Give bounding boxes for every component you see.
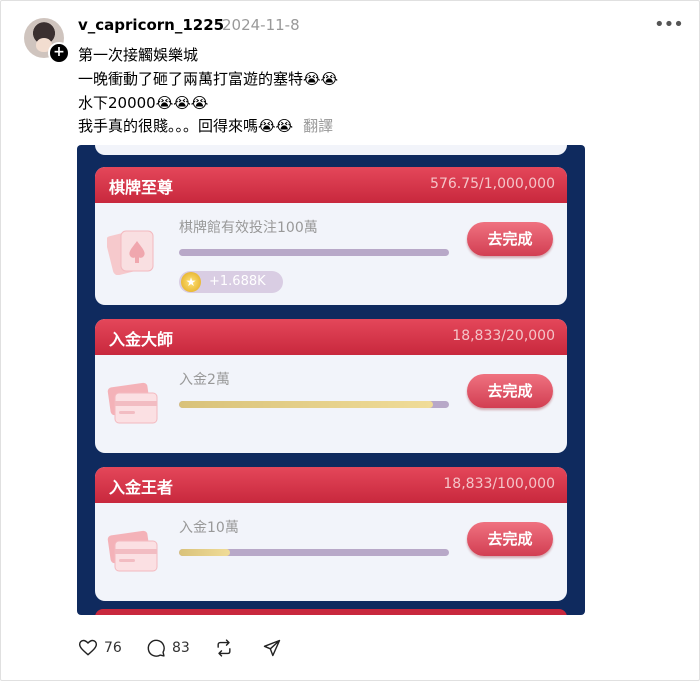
task-title: 入金大師 <box>109 330 174 349</box>
playing-card-icon <box>107 230 154 275</box>
more-icon[interactable]: ••• <box>654 14 684 35</box>
task-progress-text: 18,833/100,000 <box>443 476 555 492</box>
share-icon <box>263 639 281 657</box>
post-text-line-2: 一晚衝動了砸了兩萬打富遊的塞特😭😭 <box>78 70 339 88</box>
task-label: 入金10萬 <box>179 520 239 536</box>
go-complete-button[interactable]: 去完成 <box>467 222 553 256</box>
repost-button[interactable] <box>214 638 234 658</box>
task-card-header: 棋牌至尊 576.75/1,000,000 <box>95 167 567 203</box>
task-label: 棋牌館有效投注100萬 <box>179 220 318 236</box>
task-progress-fill <box>179 549 231 556</box>
post-date[interactable]: 2024-11-8 <box>222 16 300 34</box>
task-title: 入金王者 <box>109 478 174 497</box>
post-text-line-4: 我手真的很賤。。。回得來嗎😭😭 翻譯 <box>78 115 333 136</box>
reward-amount: +1.688K <box>209 274 266 289</box>
task-card-chess: 棋牌至尊 576.75/1,000,000 棋牌館有效投注100萬 去完成 ★ … <box>95 167 567 305</box>
task-progress-text: 576.75/1,000,000 <box>430 176 555 192</box>
follow-plus-icon[interactable]: + <box>48 42 70 64</box>
task-card-deposit-master: 入金大師 18,833/20,000 入金2萬 去完成 <box>95 319 567 453</box>
heart-icon <box>78 639 98 656</box>
task-progress-bar <box>179 549 449 556</box>
post-text-line-3: 水下20000😭😭😭 <box>78 94 209 112</box>
go-complete-button[interactable]: 去完成 <box>467 522 553 556</box>
bank-card-icon <box>107 530 158 572</box>
task-label: 入金2萬 <box>179 372 230 388</box>
attached-image[interactable]: 棋牌至尊 576.75/1,000,000 棋牌館有效投注100萬 去完成 ★ … <box>77 145 585 615</box>
translate-link[interactable]: 翻譯 <box>303 117 333 135</box>
task-progress-fill <box>179 401 433 408</box>
task-progress-bar <box>179 401 449 408</box>
comment-count: 83 <box>172 640 190 656</box>
coin-icon: ★ <box>181 272 201 292</box>
next-card-edge <box>95 609 567 615</box>
task-card-header: 入金王者 18,833/100,000 <box>95 467 567 503</box>
go-complete-button[interactable]: 去完成 <box>467 374 553 408</box>
share-button[interactable] <box>262 638 282 658</box>
task-title: 棋牌至尊 <box>109 178 174 197</box>
task-card-header: 入金大師 18,833/20,000 <box>95 319 567 355</box>
task-progress-bar <box>179 249 449 256</box>
previous-card-edge <box>95 145 567 155</box>
comment-icon <box>147 639 165 657</box>
post-text-line-1: 第一次接觸娛樂城 <box>78 46 199 64</box>
repost-icon <box>217 639 231 657</box>
post-text-line-4-text: 我手真的很賤。。。回得來嗎😭😭 <box>78 117 294 135</box>
reward-badge: ★ +1.688K <box>179 271 283 293</box>
task-card-deposit-king: 入金王者 18,833/100,000 入金10萬 去完成 <box>95 467 567 601</box>
like-button[interactable]: 76 <box>78 638 122 658</box>
bank-card-icon <box>107 382 158 424</box>
like-count: 76 <box>104 640 122 656</box>
username[interactable]: v_capricorn_1225 <box>78 16 224 34</box>
task-progress-text: 18,833/20,000 <box>452 328 555 344</box>
comment-button[interactable]: 83 <box>146 638 190 658</box>
